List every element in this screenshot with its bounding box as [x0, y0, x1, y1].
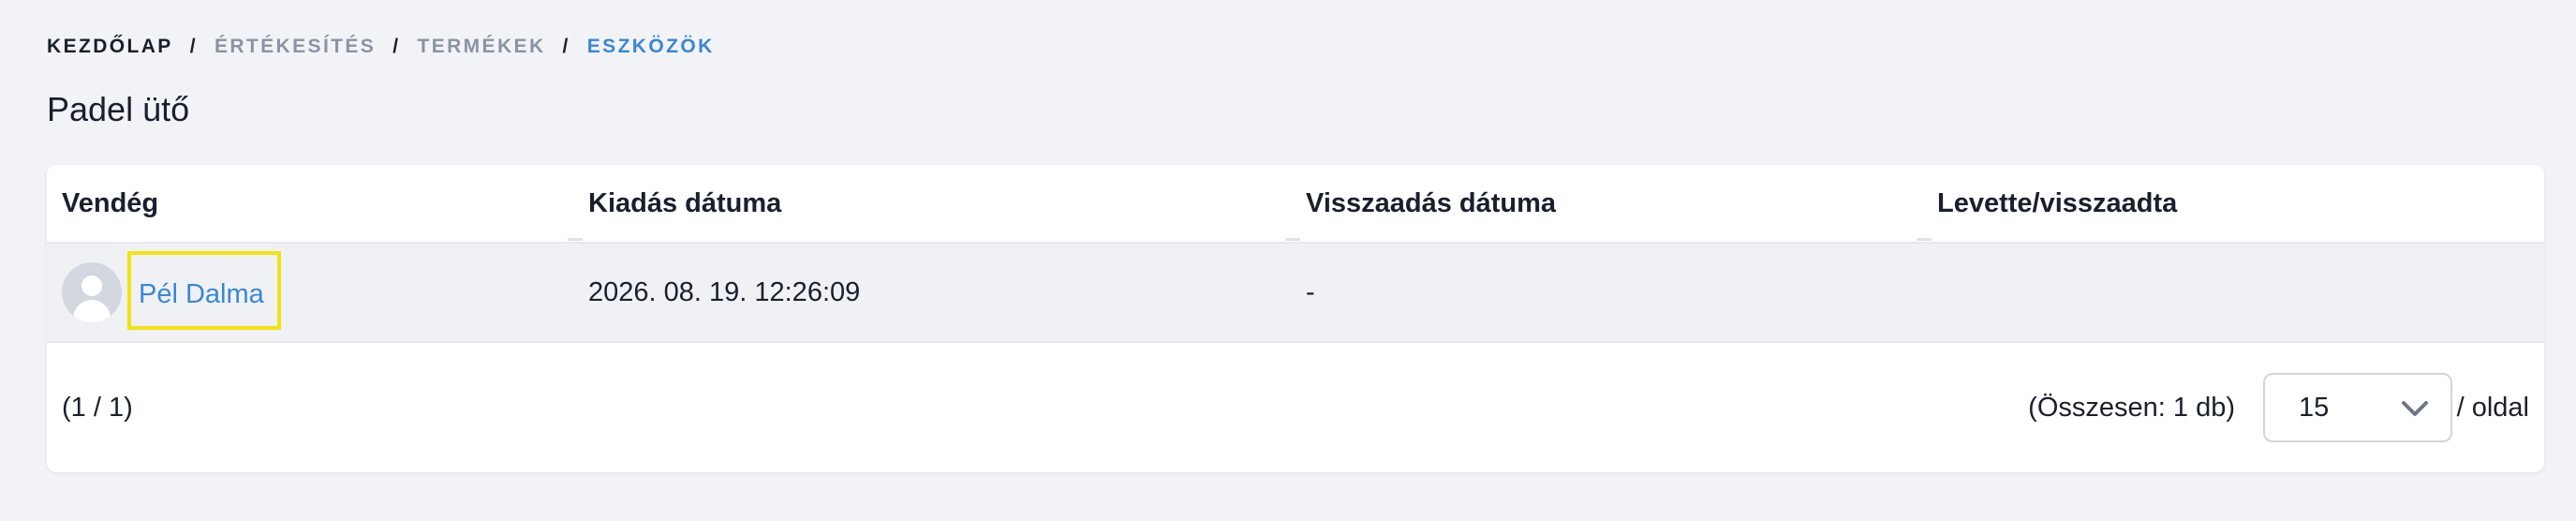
- breadcrumb-home[interactable]: KEZDŐLAP: [47, 36, 173, 58]
- table-header: Vendég Kiadás dátuma Visszaadás dátuma L…: [47, 165, 2544, 244]
- breadcrumb-separator: /: [562, 36, 570, 57]
- breadcrumb-sales[interactable]: ÉRTÉKESÍTÉS: [215, 36, 376, 58]
- issue-date-cell: 2026. 08. 19. 12:26:09: [588, 277, 861, 307]
- breadcrumb-equipment: ESZKÖZÖK: [586, 36, 715, 57]
- column-header-handled-by[interactable]: Levette/visszaadta: [1937, 165, 2177, 242]
- column-resize-handle[interactable]: [1917, 238, 1932, 241]
- breadcrumb: KEZDŐLAP / ÉRTÉKESÍTÉS / TERMÉKEK / ESZK…: [47, 36, 715, 58]
- guest-name-link[interactable]: Pél Dalma: [127, 251, 281, 330]
- column-header-guest[interactable]: Vendég: [62, 165, 158, 242]
- rentals-table-card: Vendég Kiadás dátuma Visszaadás dátuma L…: [47, 165, 2544, 472]
- table-footer: (1 / 1) (Összesen: 1 db) 15 / oldal: [47, 343, 2544, 472]
- breadcrumb-products[interactable]: TERMÉKEK: [417, 36, 545, 58]
- per-page-select[interactable]: 15: [2263, 373, 2452, 442]
- column-resize-handle[interactable]: [568, 238, 583, 241]
- return-date-cell: -: [1306, 277, 1315, 307]
- total-count: (Összesen: 1 db): [2028, 393, 2235, 423]
- table-row: Pél Dalma 2026. 08. 19. 12:26:09 -: [47, 244, 2544, 343]
- breadcrumb-separator: /: [392, 36, 401, 57]
- per-page-suffix: / oldal: [2456, 393, 2529, 423]
- avatar-placeholder-icon: [62, 262, 122, 322]
- column-header-return-date[interactable]: Visszaadás dátuma: [1306, 165, 1556, 242]
- page-info: (1 / 1): [62, 393, 133, 423]
- chevron-down-icon: [2402, 401, 2428, 416]
- breadcrumb-separator: /: [189, 36, 198, 57]
- column-resize-handle[interactable]: [1285, 238, 1300, 241]
- page-title: Padel ütő: [47, 90, 190, 128]
- column-header-issue-date[interactable]: Kiadás dátuma: [588, 165, 781, 242]
- per-page-value: 15: [2299, 393, 2330, 423]
